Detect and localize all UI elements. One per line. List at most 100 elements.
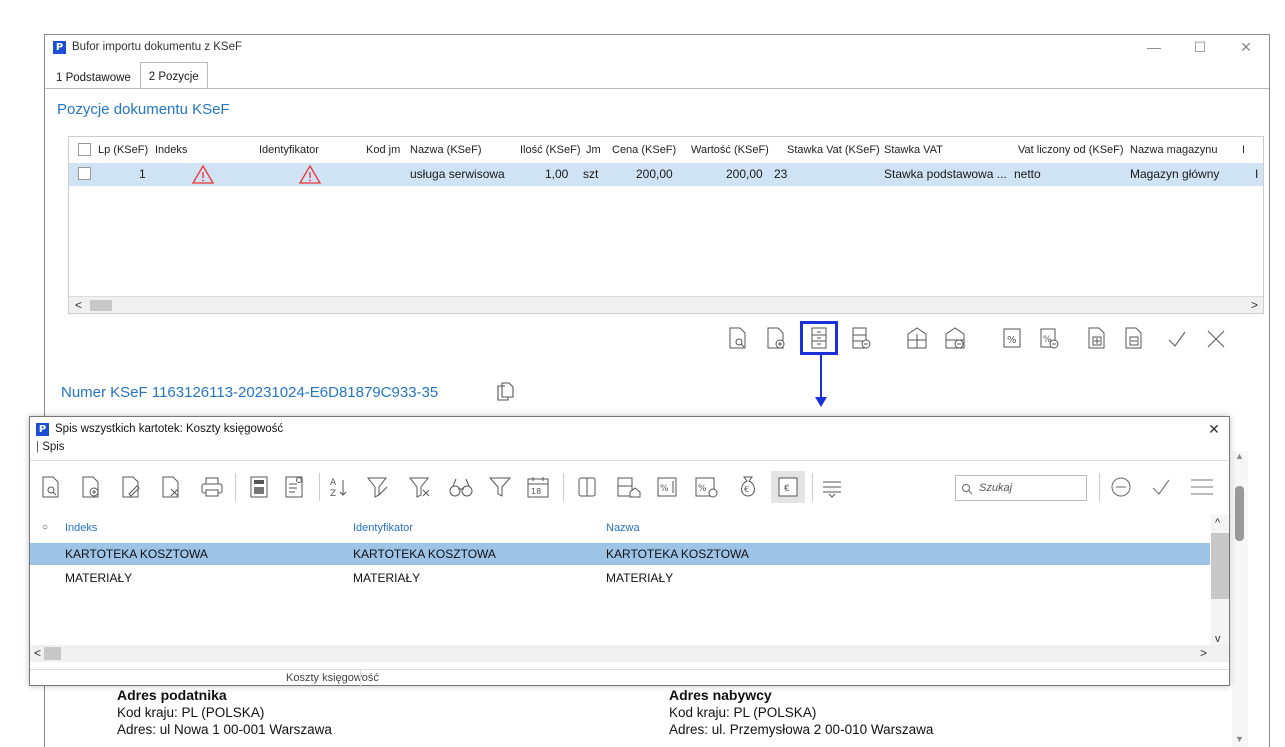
sort-az-icon[interactable]: AZ	[328, 475, 350, 499]
col-indeks[interactable]: Indeks	[65, 522, 97, 534]
warehouse-remove-icon[interactable]	[944, 326, 966, 350]
filter-edit-icon[interactable]	[366, 475, 390, 499]
tab-pozycje[interactable]: 2 Pozycje	[139, 62, 208, 89]
cancel-icon[interactable]	[1205, 328, 1227, 350]
calendar-icon[interactable]: 18	[526, 475, 550, 499]
scroll-left-icon[interactable]: <	[34, 646, 41, 660]
nabywca-title: Adres nabywcy	[669, 687, 772, 703]
cabinet-remove-icon[interactable]	[850, 326, 872, 350]
scroll-down-icon[interactable]: ▼	[1235, 734, 1244, 744]
euro-icon[interactable]: €	[776, 475, 800, 499]
popup-close-icon[interactable]: ✕	[1199, 421, 1229, 438]
horizontal-scrollbar[interactable]: < >	[69, 296, 1263, 313]
percent-icon[interactable]: %	[656, 475, 680, 499]
sort-indicator-icon[interactable]: ○	[42, 522, 48, 533]
table-row[interactable]: 1 usługa serwisowa 1,00 szt 200,00 200,0…	[69, 163, 1263, 186]
svg-text:€: €	[744, 485, 749, 494]
add-icon[interactable]	[80, 475, 102, 499]
calculator-icon[interactable]	[248, 475, 270, 499]
row-stawka-ksef: 23	[774, 167, 788, 181]
col-stawka-ksef[interactable]: Stawka Vat (KSeF)	[787, 144, 880, 156]
highlight-arrow-head	[815, 397, 827, 407]
add-document-icon[interactable]	[765, 326, 787, 350]
popup-vertical-scrollbar[interactable]: ^ v	[1211, 515, 1229, 658]
close-icon[interactable]: ✕	[1223, 39, 1269, 56]
copy-icon[interactable]	[496, 380, 518, 402]
select-all-checkbox[interactable]	[78, 143, 91, 156]
list-document-icon[interactable]	[283, 475, 305, 499]
more-options-icon[interactable]	[820, 475, 844, 499]
main-titlebar: P Bufor importu dokumentu z KSeF — ☐ ✕	[45, 35, 1269, 59]
highlight-box	[800, 321, 838, 355]
scroll-down-icon[interactable]: v	[1215, 633, 1221, 645]
col-identyfikator[interactable]: Identyfikator	[259, 144, 319, 156]
menu-spis[interactable]: Spis	[42, 441, 64, 453]
filter-clear-icon[interactable]	[408, 475, 432, 499]
warehouse-icon[interactable]	[906, 326, 928, 350]
svg-text:%: %	[660, 484, 669, 494]
scroll-up-icon[interactable]: ^	[1215, 517, 1220, 529]
preview-document-icon[interactable]	[727, 326, 749, 350]
delete-icon[interactable]	[160, 475, 182, 499]
col-nazwa[interactable]: Nazwa	[606, 522, 640, 534]
scroll-right-icon[interactable]: >	[1251, 298, 1258, 312]
col-identyfikator[interactable]: Identyfikator	[353, 522, 413, 534]
cabinet-home-icon[interactable]	[615, 475, 641, 499]
percent-icon[interactable]: %	[1001, 326, 1023, 350]
app-logo-icon: P	[36, 422, 49, 436]
col-jm[interactable]: Jm	[586, 144, 601, 156]
popup-menu-bar: | Spis	[30, 441, 1229, 461]
col-ilosc[interactable]: Ilość (KSeF)	[520, 144, 581, 156]
table-row[interactable]: MATERIAŁY MATERIAŁY MATERIAŁY	[30, 567, 1210, 589]
document-minus-icon[interactable]	[1123, 326, 1145, 350]
col-stawka-vat[interactable]: Stawka VAT	[884, 144, 943, 156]
cabinet-icon[interactable]	[575, 475, 599, 499]
row-lp: 1	[139, 167, 146, 181]
col-vat-od[interactable]: Vat liczony od (KSeF)	[1018, 144, 1124, 156]
minimize-icon[interactable]: —	[1131, 39, 1177, 55]
app-logo-icon: P	[53, 40, 66, 54]
maximize-icon[interactable]: ☐	[1177, 39, 1223, 56]
confirm-icon[interactable]	[1150, 476, 1172, 498]
cell-nazwa: MATERIAŁY	[606, 571, 674, 585]
col-nazwa[interactable]: Nazwa (KSeF)	[410, 144, 482, 156]
popup-horizontal-scrollbar[interactable]: < >	[30, 645, 1229, 662]
scroll-right-icon[interactable]: >	[1200, 646, 1207, 660]
section-title: Pozycje dokumentu KSeF	[57, 101, 230, 118]
minus-circle-icon[interactable]	[1110, 476, 1132, 498]
positions-grid: Lp (KSeF) Indeks Identyfikator Kod jm Na…	[68, 136, 1264, 314]
col-wartosc[interactable]: Wartość (KSeF)	[691, 144, 769, 156]
money-bag-icon[interactable]: €	[736, 473, 760, 499]
scroll-left-icon[interactable]: <	[75, 298, 82, 312]
col-lp[interactable]: Lp (KSeF)	[98, 144, 148, 156]
edit-icon[interactable]	[120, 475, 142, 499]
svg-text:A: A	[330, 478, 337, 488]
filter-icon[interactable]	[488, 475, 512, 499]
col-cena[interactable]: Cena (KSeF)	[612, 144, 676, 156]
col-indeks[interactable]: Indeks	[155, 144, 187, 156]
binoculars-icon[interactable]	[448, 475, 474, 499]
percent-remove-icon[interactable]: %	[1038, 326, 1060, 350]
search-icon	[962, 484, 973, 495]
tab-podstawowe[interactable]: 1 Podstawowe	[47, 67, 140, 89]
ksef-number: Numer KSeF 1163126113-20231024-E6D81879C…	[61, 384, 439, 401]
col-extra[interactable]: I	[1242, 144, 1245, 156]
row-checkbox[interactable]	[78, 167, 91, 180]
preview-icon[interactable]	[40, 475, 62, 499]
col-kodjm[interactable]: Kod jm	[366, 144, 400, 156]
scroll-up-icon[interactable]: ▲	[1235, 451, 1244, 461]
percent-list-icon[interactable]: %	[694, 475, 720, 499]
cell-indeks: MATERIAŁY	[65, 571, 133, 585]
print-icon[interactable]	[200, 475, 224, 499]
podatnik-address: Adres podatnika Kod kraju: PL (POLSKA) A…	[117, 687, 332, 738]
document-plus-icon[interactable]	[1086, 326, 1108, 350]
popup-titlebar: P Spis wszystkich kartotek: Koszty księg…	[30, 417, 1229, 441]
nabywca-kraj: Kod kraju: PL (POLSKA)	[669, 705, 817, 720]
col-magazyn[interactable]: Nazwa magazynu	[1130, 144, 1217, 156]
menu-icon[interactable]	[1189, 476, 1215, 498]
table-row[interactable]: KARTOTEKA KOSZTOWA KARTOTEKA KOSZTOWA KA…	[30, 543, 1210, 565]
confirm-icon[interactable]	[1166, 328, 1188, 350]
main-vertical-scrollbar[interactable]: ▲ ▼	[1232, 451, 1248, 747]
podatnik-title: Adres podatnika	[117, 687, 227, 703]
search-input[interactable]: Szukaj	[955, 475, 1087, 501]
